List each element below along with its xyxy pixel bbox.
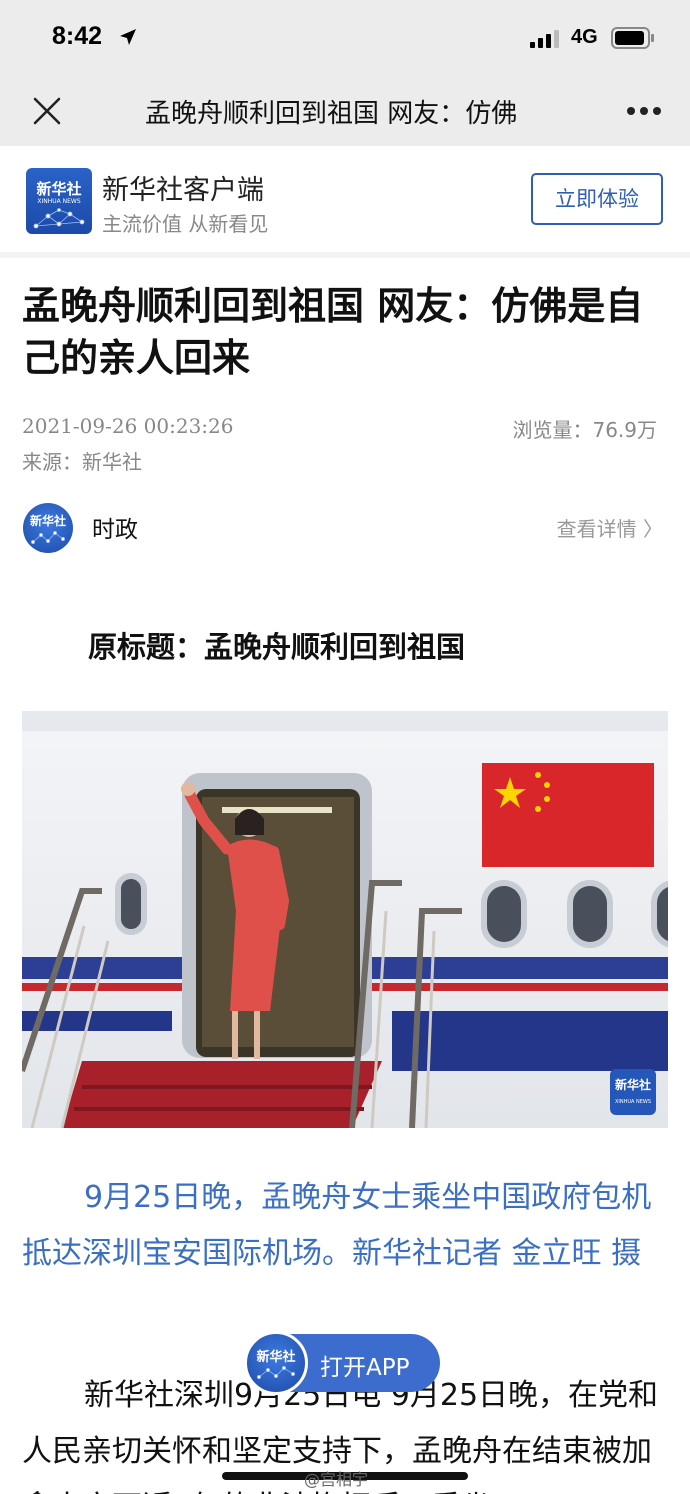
photo-caption: 9月25日晚，孟晚舟女士乘坐中国政府包机抵达深圳宝安国际机场。新华社记者 金立旺…	[22, 1180, 652, 1271]
nav-bar: 孟晚舟顺利回到祖国 网友：仿佛	[0, 76, 690, 146]
battery-icon	[611, 27, 654, 49]
view-details-link[interactable]: 查看详情 〉	[557, 513, 663, 542]
open-app-label: 打开APP	[320, 1355, 410, 1381]
original-title: 原标题：孟晚舟顺利回到祖国	[88, 630, 466, 664]
app-banner: 新华社 XINHUA NEWS 新华社客户端 主流价值 从新看见 立即体验	[0, 146, 690, 258]
app-name: 新华社客户端	[102, 175, 264, 206]
network-dots-icon	[257, 1366, 295, 1379]
nav-title: 孟晚舟顺利回到祖国 网友：仿佛	[145, 99, 518, 129]
app-slogan: 主流价值 从新看见	[102, 212, 269, 236]
signal-icon	[530, 30, 559, 48]
xinhua-round-logo: 新华社	[244, 1331, 308, 1395]
airplane-arrival-illustration: 新华社 XINHUA NEWS	[22, 711, 668, 1128]
view-count: 浏览量：76.9万	[512, 418, 657, 442]
close-icon[interactable]	[32, 96, 62, 126]
channel-row[interactable]: 新华社 时政 查看详情 〉	[0, 500, 690, 556]
article-source: 来源：新华社	[22, 450, 142, 474]
more-icon[interactable]	[626, 106, 662, 116]
status-time: 8:42	[52, 22, 103, 50]
network-label: 4G	[571, 26, 598, 48]
xinhua-logo: 新华社 XINHUA NEWS	[26, 168, 92, 234]
article-photo: 新华社 XINHUA NEWS	[22, 711, 668, 1128]
channel-logo: 新华社	[23, 503, 73, 553]
location-arrow-icon	[120, 29, 136, 45]
open-app-button[interactable]: 新华社 打开APP	[244, 1331, 440, 1395]
article-title: 孟晚舟顺利回到祖国 网友：仿佛是自己的亲人回来	[22, 284, 644, 380]
try-now-button[interactable]: 立即体验	[531, 173, 663, 225]
network-dots-icon	[33, 208, 85, 229]
svg-text:XINHUA NEWS: XINHUA NEWS	[615, 1099, 651, 1105]
status-bar: 8:42 4G	[0, 0, 690, 76]
network-dots-icon	[31, 531, 65, 544]
channel-name: 时政	[92, 517, 138, 543]
photo-watermark: 新华社	[615, 1077, 651, 1092]
publish-date: 2021-09-26 00:23:26	[22, 414, 234, 438]
weibo-watermark: @宫相宇	[304, 1470, 369, 1489]
